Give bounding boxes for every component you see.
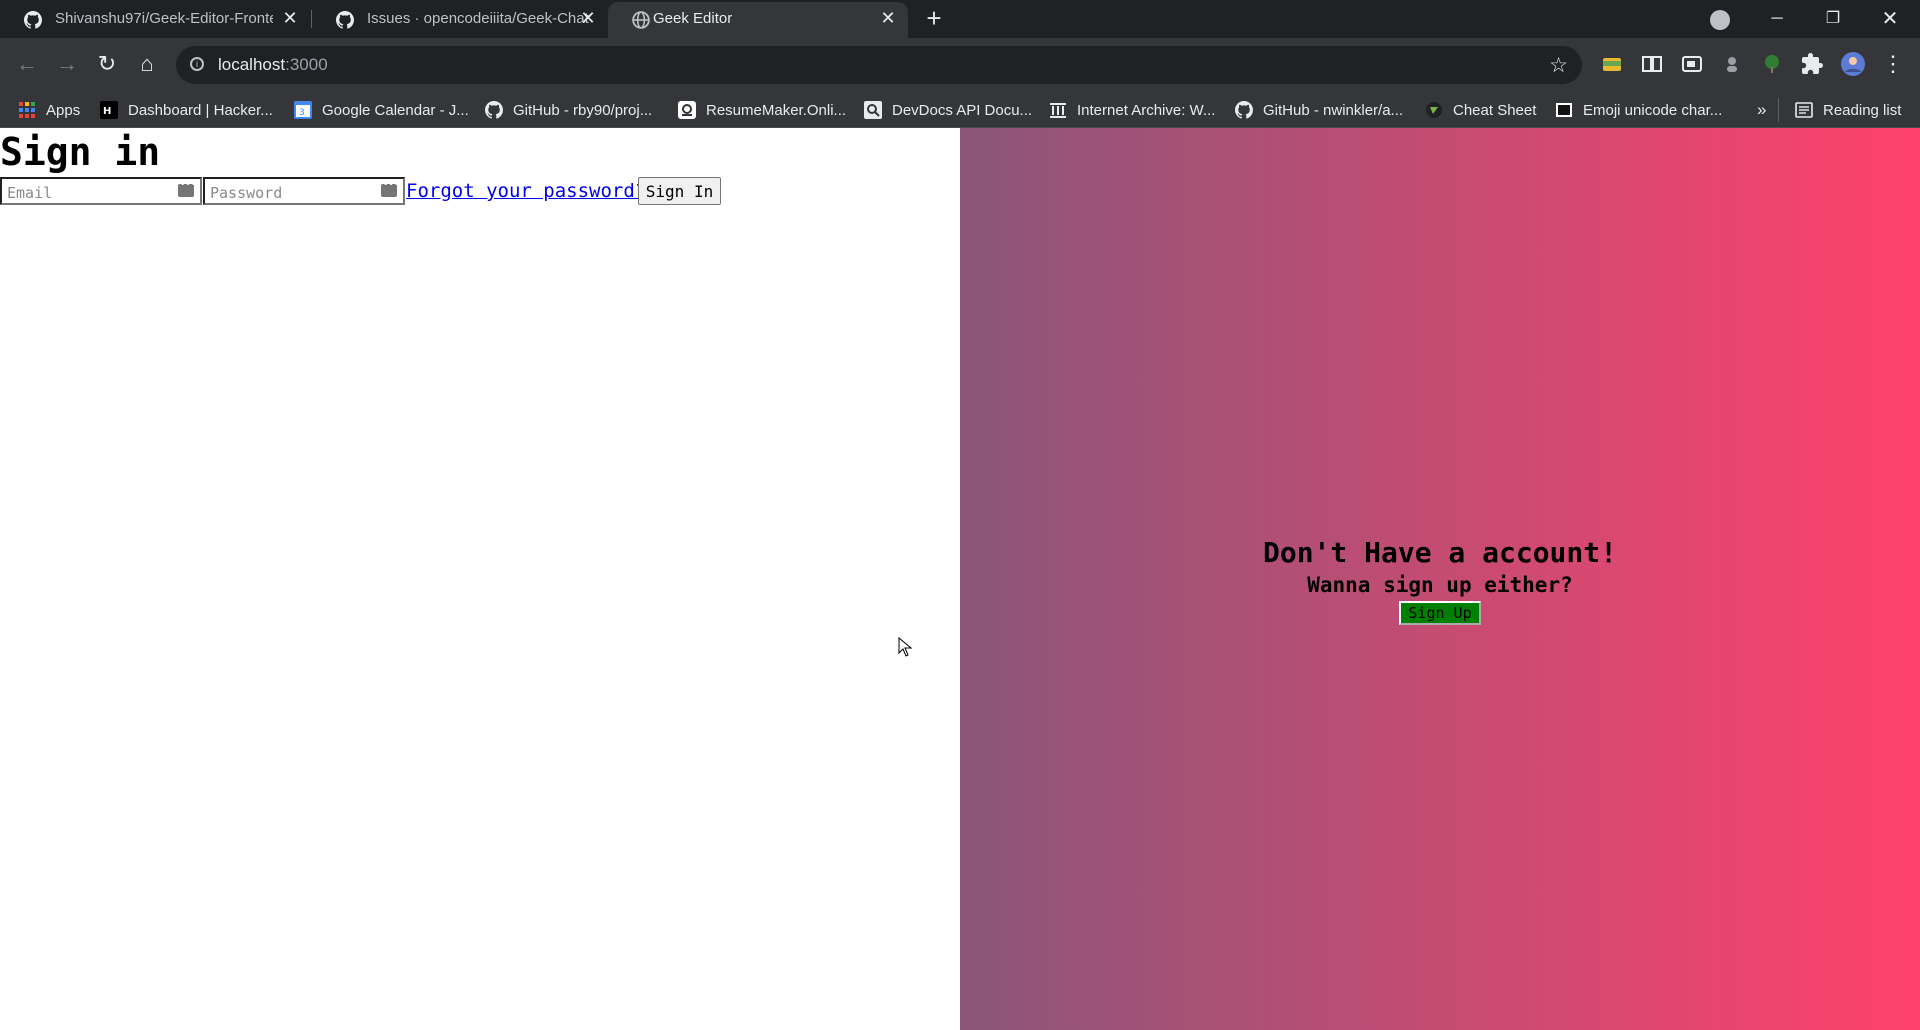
github-icon <box>1235 101 1253 119</box>
email-input[interactable] <box>5 181 179 205</box>
resume-icon <box>678 101 696 119</box>
restore-button[interactable]: ❐ <box>1805 0 1861 38</box>
bookmark-label: Cheat Sheet <box>1453 101 1537 119</box>
forward-button[interactable]: → <box>51 48 83 80</box>
url-port: :3000 <box>285 55 328 74</box>
autofill-key-icon[interactable] <box>178 180 196 197</box>
bookmark-label: Emoji unicode char... <box>1583 101 1723 119</box>
tab-search-icon[interactable] <box>1710 10 1730 30</box>
bookmark-label: Dashboard | Hacker... <box>128 101 273 119</box>
bookmark-label: ResumeMaker.Onli... <box>706 101 847 119</box>
mouse-cursor-icon <box>898 637 912 657</box>
bookmark-devdocs[interactable]: DevDocs API Docu... <box>864 92 1032 128</box>
minimize-button[interactable]: ─ <box>1749 0 1805 38</box>
tab-geek-chat-issues[interactable]: Issues · opencodeiiita/Geek-Chat ✕ <box>312 2 608 38</box>
archive-icon <box>1050 103 1066 118</box>
hackerrank-icon: H <box>100 101 118 119</box>
bookmark-github-nwinkler[interactable]: GitHub - nwinkler/a... <box>1235 92 1403 128</box>
bookmark-github-rby90[interactable]: GitHub - rby90/proj... <box>485 92 652 128</box>
password-input[interactable] <box>208 181 382 205</box>
signin-title: Sign in <box>0 130 161 174</box>
bookmark-star-icon[interactable]: ☆ <box>1549 53 1568 78</box>
bookmark-google-calendar[interactable]: 3 Google Calendar - J... <box>294 92 469 128</box>
tab-strip: Shivanshu97i/Geek-Editor-Fronte ✕ Issues… <box>0 0 1920 38</box>
tab-title: Issues · opencodeiiita/Geek-Chat <box>367 10 589 27</box>
github-icon <box>24 11 42 29</box>
url-text[interactable]: localhost:3000 <box>218 55 328 75</box>
signup-panel: Don't Have a account! Wanna sign up eith… <box>960 128 1920 1030</box>
github-icon <box>336 11 354 29</box>
tab-title: Shivanshu97i/Geek-Editor-Fronte <box>55 10 273 27</box>
reading-list-icon <box>1795 102 1813 118</box>
email-field[interactable] <box>0 177 202 205</box>
bookmark-hackerrank[interactable]: H Dashboard | Hacker... <box>100 92 273 128</box>
extensions-puzzle-icon[interactable] <box>1800 52 1824 76</box>
cheatsheet-icon <box>1426 102 1442 118</box>
extension-person-icon[interactable] <box>1720 52 1744 76</box>
address-bar[interactable]: i localhost:3000 ☆ <box>176 46 1582 84</box>
reading-list-button[interactable]: Reading list <box>1795 92 1901 128</box>
tab-title: Geek Editor <box>653 10 733 27</box>
bookmarks-separator <box>1778 98 1779 122</box>
extension-tree-icon[interactable] <box>1760 52 1784 76</box>
web-page: Sign in Forgot your password? Sign In Do… <box>0 128 1920 1030</box>
sign-up-button[interactable]: Sign Up <box>1399 601 1481 625</box>
close-tab-icon[interactable]: ✕ <box>280 8 300 28</box>
reading-list-label: Reading list <box>1823 101 1902 119</box>
back-button[interactable]: ← <box>11 48 43 80</box>
bookmark-label: GitHub - nwinkler/a... <box>1263 101 1404 119</box>
apps-grid-icon <box>19 102 35 118</box>
bookmark-label: Internet Archive: W... <box>1077 101 1216 119</box>
bookmarks-bar: Apps H Dashboard | Hacker... 3 Google Ca… <box>0 92 1920 128</box>
bookmark-label: Google Calendar - J... <box>322 101 469 119</box>
bookmark-cheat-sheet[interactable]: Cheat Sheet <box>1425 92 1536 128</box>
bookmark-emoji-unicode[interactable]: Emoji unicode char... <box>1555 92 1722 128</box>
signup-cta: Don't Have a account! Wanna sign up eith… <box>960 535 1920 625</box>
svg-text:H: H <box>103 106 111 117</box>
signup-heading: Don't Have a account! <box>1262 536 1617 569</box>
calendar-icon: 3 <box>294 101 312 119</box>
sign-in-button[interactable]: Sign In <box>638 177 721 205</box>
autofill-key-icon[interactable] <box>381 180 399 197</box>
new-tab-button[interactable]: + <box>920 5 948 33</box>
github-icon <box>485 101 503 119</box>
close-tab-icon[interactable]: ✕ <box>878 8 898 28</box>
forgot-password-link[interactable]: Forgot your password? <box>406 177 646 205</box>
extension-columns-icon[interactable] <box>1640 52 1664 76</box>
close-window-button[interactable]: ✕ <box>1862 0 1918 38</box>
browser-menu-icon[interactable]: ⋮ <box>1882 51 1904 77</box>
tab-geek-editor-frontend[interactable]: Shivanshu97i/Geek-Editor-Fronte ✕ <box>0 2 308 38</box>
profile-avatar-icon[interactable] <box>1840 51 1866 77</box>
password-field[interactable] <box>203 177 405 205</box>
bookmark-label: Apps <box>46 101 81 119</box>
reload-button[interactable]: ↻ <box>91 48 123 80</box>
bookmark-apps[interactable]: Apps <box>18 92 80 128</box>
emoji-icon <box>1556 103 1572 117</box>
overflow-chevron-icon: » <box>1757 100 1767 119</box>
extension-folder-icon[interactable] <box>1600 52 1624 76</box>
globe-icon <box>632 11 650 29</box>
signin-panel: Sign in Forgot your password? Sign In <box>0 128 960 1030</box>
close-tab-icon[interactable]: ✕ <box>578 8 598 28</box>
bookmarks-overflow-button[interactable]: » <box>1757 92 1766 128</box>
extension-window-icon[interactable] <box>1680 52 1704 76</box>
bookmark-internet-archive[interactable]: Internet Archive: W... <box>1049 92 1215 128</box>
site-info-icon[interactable]: i <box>190 57 204 71</box>
devdocs-icon <box>864 101 882 119</box>
signup-subheading: Wanna sign up either? <box>1307 573 1573 597</box>
svg-text:3: 3 <box>299 108 305 118</box>
tab-geek-editor[interactable]: Geek Editor ✕ <box>608 2 908 38</box>
bookmark-resumemaker[interactable]: ResumeMaker.Onli... <box>678 92 846 128</box>
bookmark-label: DevDocs API Docu... <box>892 101 1033 119</box>
browser-toolbar: ← → ↻ ⌂ i localhost:3000 ☆ ⋮ <box>0 38 1920 92</box>
url-host: localhost <box>218 55 286 74</box>
home-button[interactable]: ⌂ <box>131 48 163 80</box>
bookmark-label: GitHub - rby90/proj... <box>513 101 653 119</box>
